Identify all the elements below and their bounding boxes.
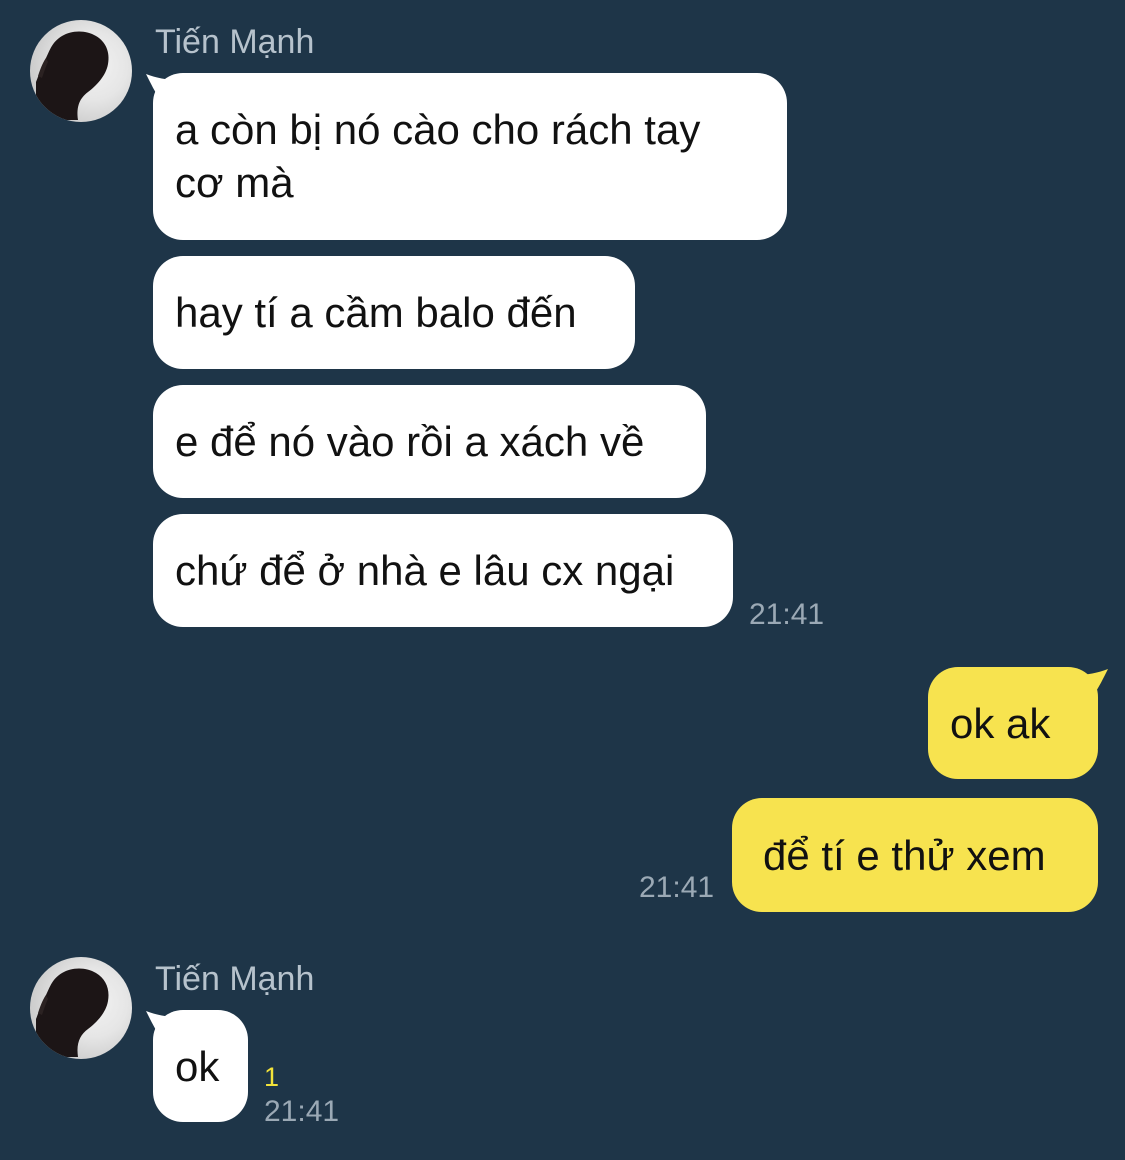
avatar-photo-icon	[36, 31, 109, 120]
message-bubble[interactable]: chứ để ở nhà e lâu cx ngại	[153, 514, 733, 627]
sender-avatar[interactable]	[30, 20, 132, 122]
sender-name: Tiến Mạnh	[155, 960, 315, 998]
message-bubble[interactable]: ok ak	[928, 667, 1098, 779]
message-bubble[interactable]: hay tí a cầm balo đến	[153, 256, 635, 369]
message-bubble[interactable]: ok	[153, 1010, 248, 1122]
message-timestamp: 21:41	[639, 871, 715, 904]
message-timestamp: 21:41	[749, 598, 825, 631]
message-bubble[interactable]: a còn bị nó cào cho rách tay cơ mà	[153, 73, 787, 240]
message-bubble[interactable]: e để nó vào rồi a xách về	[153, 385, 706, 498]
unread-count: 1	[264, 1062, 280, 1092]
message-bubble[interactable]: để tí e thử xem	[732, 798, 1098, 912]
sender-name: Tiến Mạnh	[155, 23, 315, 61]
sender-avatar[interactable]	[30, 957, 132, 1059]
message-timestamp: 21:41	[264, 1095, 340, 1128]
avatar-photo-icon	[36, 968, 109, 1057]
